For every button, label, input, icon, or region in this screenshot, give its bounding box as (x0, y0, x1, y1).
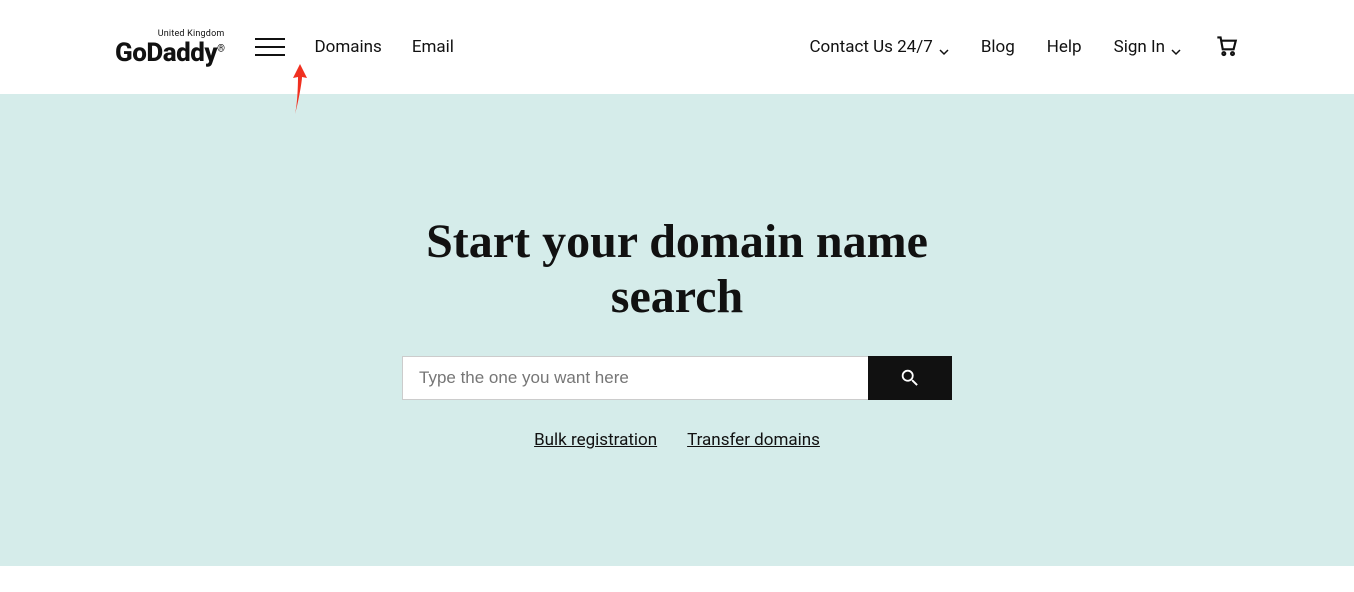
domain-search-input[interactable] (402, 356, 868, 400)
hamburger-menu-icon[interactable] (255, 33, 285, 61)
cart-icon[interactable] (1213, 32, 1239, 62)
logo[interactable]: United Kingdom GoDaddy® (115, 29, 225, 66)
sub-links: Bulk registration Transfer domains (534, 430, 820, 450)
search-row (402, 356, 952, 400)
bottom-space (0, 566, 1354, 592)
chevron-down-icon (939, 42, 949, 52)
transfer-domains-link[interactable]: Transfer domains (687, 430, 820, 450)
bulk-registration-link[interactable]: Bulk registration (534, 430, 657, 450)
signin-link[interactable]: Sign In (1114, 37, 1181, 57)
nav-domains[interactable]: Domains (315, 37, 382, 57)
header-right: Contact Us 24/7 Blog Help Sign In (809, 32, 1239, 62)
logo-text: GoDaddy® (115, 40, 225, 66)
header: United Kingdom GoDaddy® Domains Email Co… (0, 0, 1354, 94)
contact-link[interactable]: Contact Us 24/7 (809, 37, 948, 57)
contact-label: Contact Us 24/7 (809, 37, 932, 57)
nav-email[interactable]: Email (412, 37, 454, 57)
chevron-down-icon (1171, 42, 1181, 52)
signin-label: Sign In (1114, 37, 1165, 57)
blog-link[interactable]: Blog (981, 37, 1015, 57)
hero: Start your domain name search Bulk regis… (0, 94, 1354, 566)
help-link[interactable]: Help (1047, 37, 1082, 57)
header-left: United Kingdom GoDaddy® Domains Email (115, 29, 454, 66)
search-icon (899, 367, 921, 389)
hero-title: Start your domain name search (402, 214, 952, 324)
nav-links: Domains Email (315, 37, 454, 57)
search-button[interactable] (868, 356, 952, 400)
